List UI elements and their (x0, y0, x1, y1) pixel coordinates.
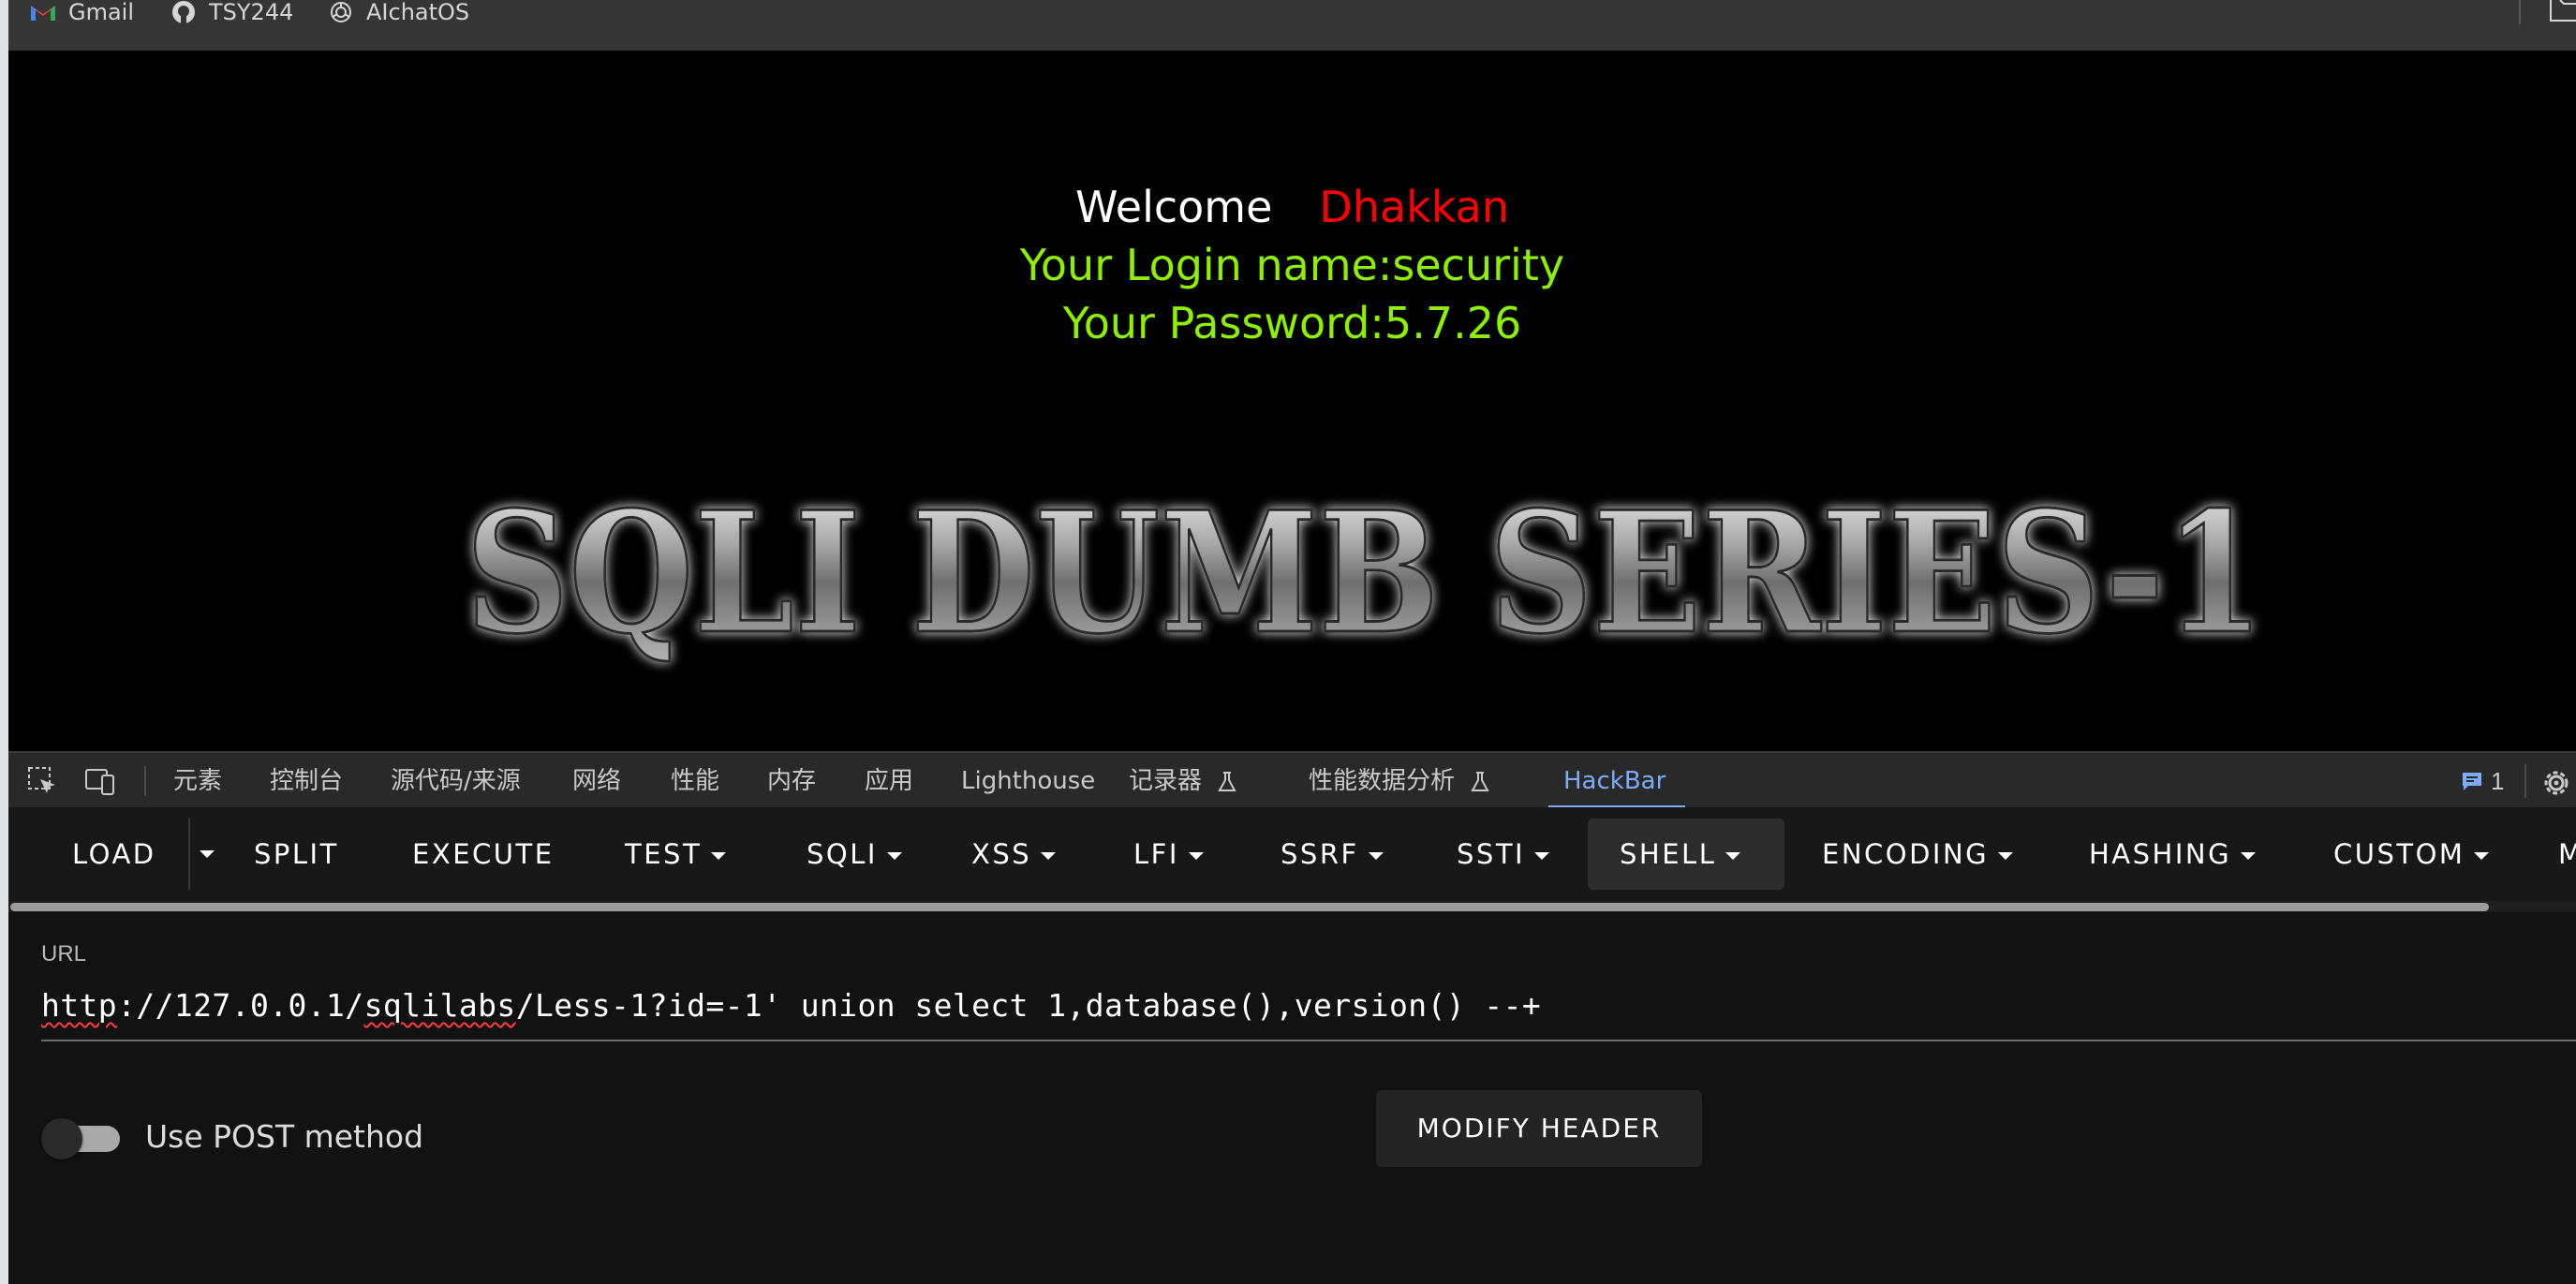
tab-recorder-label: 记录器 (1129, 767, 1203, 795)
xss-label: XSS (971, 838, 1032, 870)
tab-sources[interactable]: 源代码/来源 (391, 753, 521, 809)
chevron-down-icon (1368, 852, 1384, 860)
tab-memory[interactable]: 内存 (767, 753, 816, 809)
menu-scrollbar[interactable] (8, 901, 2576, 912)
issues-count: 1 (2491, 766, 2505, 795)
test-menu[interactable]: TEST (619, 819, 732, 890)
xss-menu[interactable]: XSS (966, 819, 1061, 890)
sqli-dumb-series-banner: SQLI DUMB SERIES-1 (465, 474, 2266, 672)
devtools-tab-strip: 元素 控制台 源代码/来源 网络 性能 内存 应用 Lighthouse 记录器… (8, 751, 2576, 809)
tab-network[interactable]: 网络 (572, 753, 621, 809)
bookmarks-separator (2519, 0, 2521, 24)
encoding-menu[interactable]: ENCODING (1816, 819, 2019, 890)
chevron-down-icon (2474, 852, 2490, 860)
bookmark-tsy244[interactable]: TSY244 (170, 0, 294, 25)
shell-label: SHELL (1620, 838, 1717, 870)
openai-icon (327, 0, 355, 24)
bookmark-label: AIchatOS (366, 0, 470, 25)
chevron-down-icon (2241, 852, 2257, 860)
toolbar-separator (144, 766, 146, 796)
url-value: http://127.0.0.1/sqlilabs/Less-1?id=-1' … (41, 987, 1541, 1024)
tab-performance[interactable]: 性能 (671, 753, 719, 809)
banner-text: SQLI DUMB SERIES-1 (466, 475, 2264, 671)
url-input[interactable]: http://127.0.0.1/sqlilabs/Less-1?id=-1' … (41, 974, 2576, 1041)
chevron-down-icon (1998, 852, 2014, 860)
chevron-down-icon (1188, 852, 1204, 860)
ssrf-label: SSRF (1281, 838, 1359, 870)
custom-menu[interactable]: CUSTOM (2328, 819, 2495, 890)
tab-performance-insights[interactable]: 性能数据分析 (1309, 753, 1492, 809)
window-edge (0, 0, 8, 1284)
scrollbar-thumb[interactable] (10, 903, 2489, 911)
user-name: Dhakkan (1319, 182, 1509, 232)
post-method-label: Use POST method (145, 1118, 424, 1155)
shell-menu[interactable]: SHELL (1588, 819, 1784, 890)
url-label: URL (41, 941, 87, 967)
split-button[interactable]: SPLIT (248, 819, 345, 890)
url-path-misspelled: sqlilabs (363, 987, 516, 1024)
ssti-menu[interactable]: SSTI (1451, 819, 1555, 890)
hashing-label: HASHING (2089, 838, 2232, 870)
lfi-menu[interactable]: LFI (1128, 819, 1209, 890)
hackbar-menu: LOAD SPLIT EXECUTE TEST SQLI XSS LFI SSR… (8, 807, 2576, 901)
bookmark-label: TSY244 (209, 0, 294, 25)
more-menu[interactable]: M (2553, 819, 2576, 890)
tab-elements[interactable]: 元素 (173, 753, 222, 809)
execute-button[interactable]: EXECUTE (407, 819, 560, 890)
tab-console[interactable]: 控制台 (270, 753, 343, 809)
page-viewport: Welcome Dhakkan Your Login name:security … (8, 51, 2576, 751)
bookmark-label: Gmail (68, 0, 135, 25)
folder-icon[interactable] (2547, 0, 2576, 24)
settings-gear-icon[interactable] (2538, 764, 2575, 802)
device-toolbar-icon[interactable] (83, 764, 117, 798)
flask-icon (1471, 771, 1489, 791)
github-icon (170, 0, 198, 24)
sqli-label: SQLI (807, 838, 878, 870)
flask-icon (1218, 771, 1236, 791)
login-name-line: Your Login name:security (1019, 240, 1565, 290)
load-button[interactable]: LOAD (67, 819, 162, 890)
url-scheme: http (41, 987, 118, 1024)
custom-label: CUSTOM (2333, 838, 2465, 870)
encoding-label: ENCODING (1822, 838, 1990, 870)
tab-lighthouse[interactable]: Lighthouse (961, 753, 1095, 809)
toolbar-separator (2524, 764, 2526, 798)
hackbar-panel: LOAD SPLIT EXECUTE TEST SQLI XSS LFI SSR… (8, 807, 2576, 1284)
chevron-down-icon (711, 852, 727, 860)
tab-application[interactable]: 应用 (865, 753, 913, 809)
url-host: ://127.0.0.1/ (117, 987, 364, 1024)
chevron-down-icon (1534, 852, 1550, 860)
sqli-menu[interactable]: SQLI (801, 819, 908, 890)
tab-performance-insights-label: 性能数据分析 (1309, 767, 1456, 795)
chevron-down-icon (1041, 852, 1057, 860)
issues-counter[interactable]: 1 (2461, 753, 2504, 809)
test-label: TEST (625, 838, 703, 870)
welcome-text: Welcome (1075, 182, 1273, 232)
post-method-toggle[interactable] (41, 1118, 124, 1159)
bookmark-gmail[interactable]: Gmail (29, 0, 135, 25)
chevron-down-icon (1725, 852, 1741, 860)
bookmark-aichatos[interactable]: AIchatOS (327, 0, 470, 25)
tab-recorder[interactable]: 记录器 (1129, 753, 1239, 809)
chevron-down-icon (886, 852, 902, 860)
tab-hackbar[interactable]: HackBar (1563, 753, 1666, 809)
ssrf-menu[interactable]: SSRF (1275, 819, 1389, 890)
welcome-line: Welcome Dhakkan (8, 182, 2576, 232)
bookmarks-bar: Gmail TSY244 AIchatOS (8, 0, 2576, 51)
screen: Gmail TSY244 AIchatOS Welcome Dhakkan Yo… (0, 0, 2576, 1284)
hashing-menu[interactable]: HASHING (2083, 819, 2261, 890)
url-query: /Less-1?id=-1' union select 1,database()… (515, 987, 1542, 1024)
lfi-label: LFI (1133, 838, 1179, 870)
inspect-element-icon[interactable] (25, 764, 59, 798)
gmail-icon (29, 0, 57, 24)
toggle-knob (41, 1118, 82, 1159)
password-line: Your Password:5.7.26 (1062, 298, 1522, 348)
load-dropdown-toggle[interactable] (188, 819, 226, 890)
ssti-label: SSTI (1457, 838, 1526, 870)
modify-header-button[interactable]: MODIFY HEADER (1376, 1090, 1702, 1167)
message-icon (2463, 773, 2481, 790)
